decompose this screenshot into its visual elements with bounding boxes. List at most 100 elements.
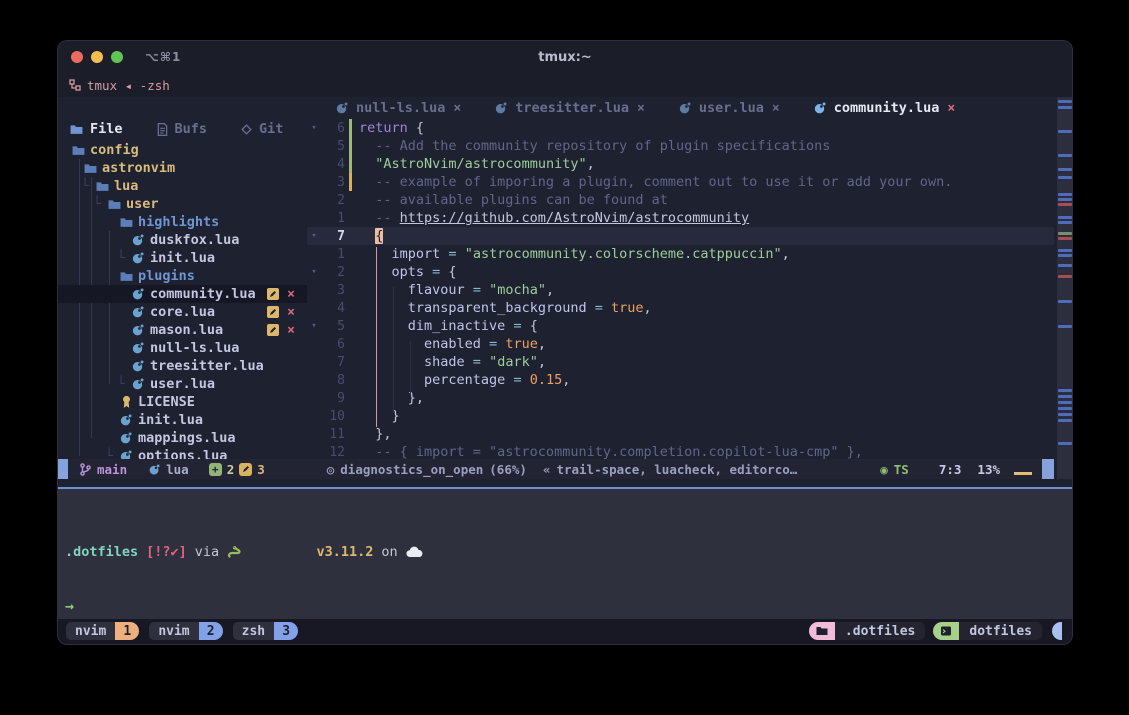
tree-item-user[interactable]: └user [58, 195, 307, 213]
shell-pane[interactable]: .dotfiles [!?✔] via v3.11.2 on → [58, 489, 1072, 619]
prompt-arrow[interactable]: → [65, 597, 1072, 615]
traffic-lights [71, 51, 123, 63]
tree-item-mappings-lua[interactable]: mappings.lua [58, 429, 307, 447]
file-explorer: File Bufs Git configastronvim└lua└userhigh… [58, 97, 307, 459]
tmux-window-index: 2 [199, 622, 223, 640]
code-line[interactable]: 3 -- example of imporing a plugin, comme… [307, 173, 1054, 191]
tree-item-duskfox-lua[interactable]: duskfox.lua [58, 231, 307, 249]
lua-file-icon [130, 378, 146, 390]
code-line[interactable]: 1 import = "astrocommunity.colorscheme.c… [307, 245, 1054, 263]
line-number: 2 [321, 265, 345, 280]
buffer-tab-user-lua[interactable]: user.lua× [662, 100, 797, 116]
code-line[interactable]: 11 }, [307, 425, 1054, 443]
tree-item-community-lua[interactable]: community.lua× [58, 285, 307, 303]
code-text: shade = "dark", [355, 354, 546, 370]
minimize-window-button[interactable] [91, 51, 103, 63]
tree-close-icon[interactable]: × [287, 288, 295, 301]
tree-item-user-lua[interactable]: └user.lua [58, 375, 307, 393]
explorer-tab-label: Git [259, 121, 283, 137]
explorer-tab-bufs[interactable]: Bufs [157, 121, 208, 137]
code-line[interactable]: 5 -- Add the community repository of plu… [307, 137, 1054, 155]
code-line[interactable]: ▾2 opts = { [307, 263, 1054, 281]
tmux-window-zsh-3[interactable]: zsh3 [233, 622, 298, 640]
tree-item-lua[interactable]: └lua [58, 177, 307, 195]
git-sign [345, 119, 355, 137]
tree-close-icon[interactable]: × [287, 324, 295, 337]
lua-file-icon [118, 450, 134, 459]
buffer-tab-community-lua[interactable]: community.lua× [797, 100, 973, 116]
code-line[interactable]: 10 } [307, 407, 1054, 425]
buffer-tab-null-ls-lua[interactable]: null-ls.lua× [319, 100, 478, 116]
python-version: v3.11.2 [316, 544, 373, 560]
lua-file-icon [336, 102, 348, 114]
buffer-close-icon[interactable]: × [453, 101, 461, 116]
code-text: return { [355, 120, 424, 136]
tree-item-astronvim[interactable]: astronvim [58, 159, 307, 177]
code-line[interactable]: 3 flavour = "mocha", [307, 281, 1054, 299]
code-line[interactable]: ▾6return { [307, 119, 1054, 137]
close-window-button[interactable] [71, 51, 83, 63]
fold-icon[interactable]: ▾ [307, 267, 321, 277]
scrollbar-mark [1058, 237, 1072, 240]
line-number: 3 [321, 283, 345, 298]
line-number: 9 [321, 391, 345, 406]
zoom-window-button[interactable] [111, 51, 123, 63]
git-changed-icon [239, 463, 252, 476]
code-editor[interactable]: ▾6return {5 -- Add the community reposit… [307, 119, 1054, 459]
tree-item-config[interactable]: config [58, 141, 307, 159]
code-text: }, [355, 390, 424, 406]
tree-item-core-lua[interactable]: core.lua× [58, 303, 307, 321]
tree-close-icon[interactable]: × [287, 306, 295, 319]
buffer-tab-treesitter-lua[interactable]: treesitter.lua× [478, 100, 662, 116]
code-text: percentage = 0.15, [355, 372, 570, 388]
tree-item-LICENSE[interactable]: LICENSE [58, 393, 307, 411]
code-line[interactable]: 4 transparent_background = true, [307, 299, 1054, 317]
git-sign [345, 281, 355, 299]
code-text: enabled = true, [355, 336, 546, 352]
tmux-window-nvim-2[interactable]: nvim2 [149, 622, 222, 640]
scrollbar-mark [1058, 442, 1072, 445]
tree-item-init-lua[interactable]: init.lua [58, 411, 307, 429]
folder-icon [106, 199, 122, 210]
prompt-directory: .dotfiles [65, 544, 138, 560]
tree-item-init-lua[interactable]: └init.lua [58, 249, 307, 267]
buffer-close-icon[interactable]: × [772, 101, 780, 116]
scrollbar-mark [1058, 275, 1072, 278]
fold-icon[interactable]: ▾ [307, 123, 321, 133]
tree-item-null-ls-lua[interactable]: null-ls.lua [58, 339, 307, 357]
buffer-close-icon[interactable]: × [947, 101, 955, 116]
scrollbar-track[interactable] [1057, 97, 1073, 479]
code-line[interactable]: ▾7 { [307, 227, 1054, 245]
tree-item-label: mappings.lua [138, 430, 236, 446]
code-line[interactable]: 2 -- available plugins can be found at [307, 191, 1054, 209]
code-line[interactable]: 8 percentage = 0.15, [307, 371, 1054, 389]
fold-icon[interactable]: ▾ [307, 231, 321, 241]
buffer-close-icon[interactable]: × [637, 101, 645, 116]
explorer-tab-file[interactable]: File [70, 121, 123, 137]
code-line[interactable]: 7 shade = "dark", [307, 353, 1054, 371]
fold-icon[interactable]: ▾ [307, 321, 321, 331]
code-line[interactable]: ▾5 dim_inactive = { [307, 317, 1054, 335]
folder-icon [118, 271, 134, 282]
folder-icon [70, 124, 83, 135]
scrollbar-column[interactable] [1054, 97, 1073, 479]
tree-item-plugins[interactable]: plugins [58, 267, 307, 285]
tmux-window-nvim-1[interactable]: nvim1 [66, 622, 139, 640]
tree-item-badges: × [267, 324, 307, 337]
code-line[interactable]: 1 -- https://github.com/AstroNvim/astroc… [307, 209, 1054, 227]
tree-item-options-lua[interactable]: └options.lua [58, 447, 307, 459]
code-text: { [355, 228, 383, 244]
code-line[interactable]: 12 -- { import = "astrocommunity.complet… [307, 443, 1054, 459]
code-line[interactable]: 9 }, [307, 389, 1054, 407]
explorer-tab-git[interactable]: Git [241, 121, 283, 137]
code-text: } [355, 408, 400, 424]
code-line[interactable]: 6 enabled = true, [307, 335, 1054, 353]
tree-item-treesitter-lua[interactable]: treesitter.lua [58, 357, 307, 375]
code-line[interactable]: 4 "AstroNvim/astrocommunity", [307, 155, 1054, 173]
tree-item-label: options.lua [138, 448, 227, 459]
tree-item-label: treesitter.lua [150, 358, 264, 374]
line-number: 2 [321, 193, 345, 208]
tree-item-mason-lua[interactable]: mason.lua× [58, 321, 307, 339]
nvim-cmdline [58, 479, 1072, 487]
tree-item-highlights[interactable]: highlights [58, 213, 307, 231]
